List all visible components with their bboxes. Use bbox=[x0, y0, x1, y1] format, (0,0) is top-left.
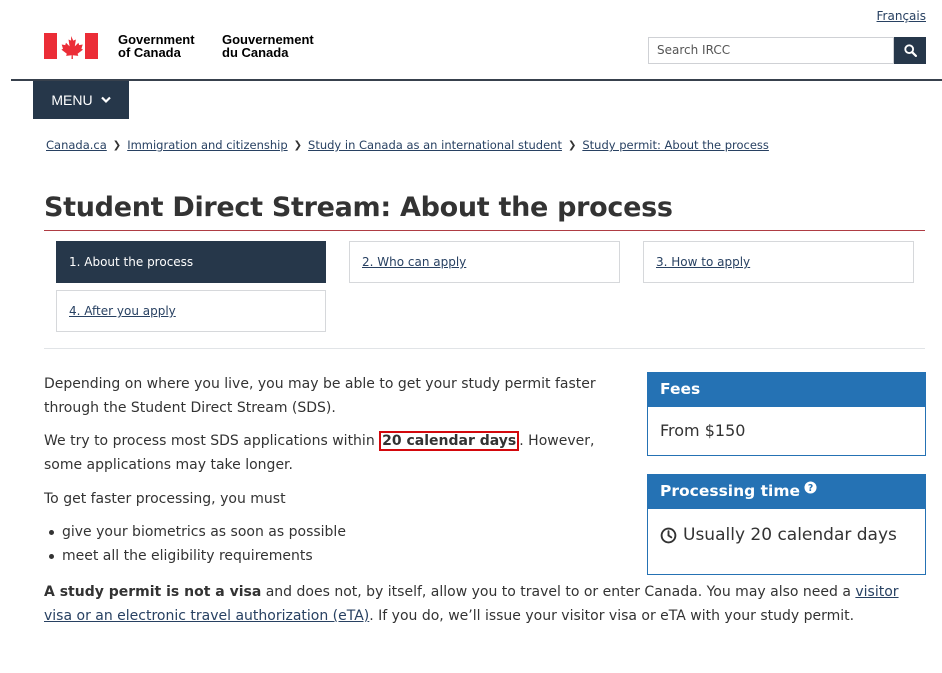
list-item: meet all the eligibility requirements bbox=[44, 544, 346, 568]
fees-panel-header: Fees bbox=[648, 373, 925, 407]
canada-flag-icon bbox=[44, 33, 98, 59]
visa-notice-text-end: . If you do, we’ll issue your visitor vi… bbox=[369, 608, 855, 624]
breadcrumb-study-permit[interactable]: Study permit: About the process bbox=[582, 138, 769, 152]
breadcrumb-chevron-icon: ❯ bbox=[293, 139, 303, 151]
breadcrumb-study-in-canada[interactable]: Study in Canada as an international stud… bbox=[308, 138, 562, 152]
step-label[interactable]: 3. How to apply bbox=[656, 255, 750, 269]
step-about-the-process[interactable]: 1. About the process bbox=[56, 241, 326, 283]
processing-time-value: Usually 20 calendar days bbox=[683, 525, 897, 545]
menu-label: MENU bbox=[51, 92, 93, 108]
clock-icon bbox=[660, 527, 677, 543]
title-underline bbox=[44, 230, 925, 231]
chevron-down-icon bbox=[100, 96, 111, 104]
header-divider bbox=[11, 79, 942, 81]
breadcrumb-immigration[interactable]: Immigration and citizenship bbox=[127, 138, 287, 152]
step-label[interactable]: 4. After you apply bbox=[69, 304, 176, 318]
requirements-list: give your biometrics as soon as possible… bbox=[44, 520, 346, 568]
search-button[interactable] bbox=[894, 37, 926, 64]
search-input[interactable]: Search IRCC bbox=[648, 37, 894, 64]
processing-paragraph: We try to process most SDS applications … bbox=[44, 429, 624, 477]
processing-time-panel-body: Usually 20 calendar days bbox=[648, 509, 925, 545]
step-label[interactable]: 2. Who can apply bbox=[362, 255, 466, 269]
fees-panel-body: From $150 bbox=[648, 407, 925, 440]
intro-paragraph: Depending on where you live, you may be … bbox=[44, 376, 596, 416]
faster-processing-intro: To get faster processing, you must bbox=[44, 491, 286, 507]
fees-panel-title: Fees bbox=[660, 380, 701, 398]
breadcrumb-canada-ca[interactable]: Canada.ca bbox=[46, 138, 107, 152]
processing-time-title: Processing time bbox=[660, 482, 801, 500]
fees-value: From $150 bbox=[660, 421, 746, 440]
signature-fr-line2: du Canada bbox=[222, 45, 289, 60]
highlighted-processing-days: 20 calendar days bbox=[379, 431, 520, 451]
visa-notice-paragraph: A study permit is not a visa and does no… bbox=[44, 580, 924, 628]
language-toggle-link[interactable]: Français bbox=[877, 9, 926, 23]
breadcrumb-chevron-icon: ❯ bbox=[112, 139, 122, 151]
breadcrumb-chevron-icon: ❯ bbox=[567, 139, 577, 151]
breadcrumb: Canada.ca ❯ Immigration and citizenship … bbox=[46, 138, 769, 152]
processing-time-panel-header: Processing time ? bbox=[648, 475, 925, 509]
processing-time-panel: Processing time ? Usually 20 calendar da… bbox=[647, 474, 926, 575]
step-after-you-apply[interactable]: 4. After you apply bbox=[56, 290, 326, 332]
visa-notice-text: and does not, by itself, allow you to tr… bbox=[261, 584, 856, 600]
menu-button[interactable]: MENU bbox=[33, 81, 129, 119]
search-icon bbox=[903, 44, 917, 57]
fees-panel: Fees From $150 bbox=[647, 372, 926, 456]
signature-en-line2: of Canada bbox=[118, 45, 181, 60]
visa-notice-bold: A study permit is not a visa bbox=[44, 584, 262, 600]
processing-text-start: We try to process most SDS applications … bbox=[44, 433, 380, 449]
svg-text:?: ? bbox=[808, 483, 813, 494]
step-label: 1. About the process bbox=[69, 255, 194, 269]
government-of-canada-signature-en: Government of Canada bbox=[118, 33, 218, 59]
page-title: Student Direct Stream: About the process bbox=[44, 192, 673, 223]
question-circle-icon[interactable]: ? bbox=[804, 481, 817, 494]
step-who-can-apply[interactable]: 2. Who can apply bbox=[349, 241, 620, 283]
list-item: give your biometrics as soon as possible bbox=[44, 520, 346, 544]
gouvernement-du-canada-signature-fr: Gouvernement du Canada bbox=[222, 33, 342, 59]
step-how-to-apply[interactable]: 3. How to apply bbox=[643, 241, 914, 283]
steps-divider bbox=[44, 348, 925, 349]
